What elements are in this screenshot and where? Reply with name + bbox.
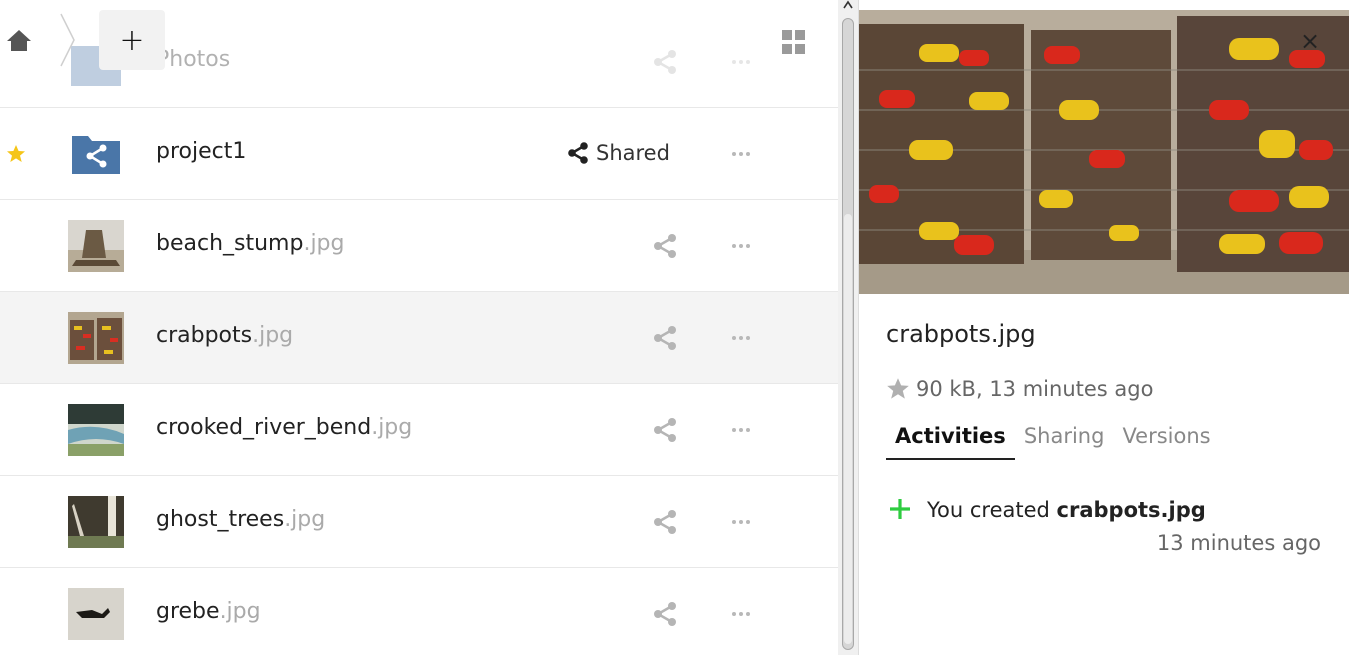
file-name[interactable]: crooked_river_bend.jpg: [156, 415, 412, 440]
file-name[interactable]: crabpots.jpg: [156, 323, 293, 348]
share-icon[interactable]: [652, 417, 678, 443]
file-list: Photos project1 Shared beach_stump.jpg c…: [0, 0, 838, 655]
details-sidebar: × crabpots.jpg 90 kB, 13 minutes ago Act…: [858, 0, 1354, 655]
file-name[interactable]: beach_stump.jpg: [156, 231, 345, 256]
image-preview: [859, 10, 1349, 294]
file-row-crabpots[interactable]: crabpots.jpg: [0, 292, 838, 384]
scrollbar[interactable]: [838, 0, 858, 655]
file-row-project1[interactable]: project1 Shared: [0, 108, 838, 200]
file-row-grebe[interactable]: grebe.jpg: [0, 568, 838, 655]
share-icon[interactable]: [652, 49, 678, 75]
star-icon[interactable]: [6, 144, 26, 164]
file-meta: 90 kB, 13 minutes ago: [886, 377, 1153, 401]
image-thumbnail: [68, 496, 124, 548]
share-icon[interactable]: [652, 601, 678, 627]
image-thumbnail: [68, 588, 124, 640]
activity-file[interactable]: crabpots.jpg: [1057, 498, 1206, 522]
close-icon[interactable]: ×: [1297, 28, 1323, 54]
tab-activities[interactable]: Activities: [886, 424, 1015, 460]
more-actions-icon[interactable]: [726, 509, 756, 535]
scrollbar-thumb[interactable]: [844, 214, 852, 644]
more-actions-icon[interactable]: [726, 417, 756, 443]
image-thumbnail: [68, 312, 124, 364]
image-thumbnail: [68, 220, 124, 272]
tab-sharing[interactable]: Sharing: [1015, 424, 1114, 460]
more-actions-icon[interactable]: [726, 49, 756, 75]
file-row-ghost-trees[interactable]: ghost_trees.jpg: [0, 476, 838, 568]
star-icon[interactable]: [886, 377, 910, 401]
tab-versions[interactable]: Versions: [1113, 424, 1219, 460]
file-row-beach-stump[interactable]: beach_stump.jpg: [0, 200, 838, 292]
file-meta-text: 90 kB, 13 minutes ago: [916, 377, 1154, 401]
share-icon[interactable]: [652, 509, 678, 535]
file-name[interactable]: ghost_trees.jpg: [156, 507, 325, 532]
plus-icon: [890, 499, 910, 519]
shared-folder-icon: [68, 128, 124, 180]
share-icon[interactable]: [652, 325, 678, 351]
scroll-up-arrow-icon[interactable]: [843, 0, 853, 10]
sidebar-tabs: Activities Sharing Versions: [886, 424, 1220, 460]
scrollbar-track[interactable]: [842, 18, 854, 650]
more-actions-icon[interactable]: [726, 233, 756, 259]
file-name[interactable]: grebe.jpg: [156, 599, 261, 624]
sidebar-filename: crabpots.jpg: [886, 320, 1036, 348]
file-name[interactable]: Photos: [156, 47, 230, 72]
shared-label: Shared: [596, 141, 670, 165]
new-file-button[interactable]: +: [99, 10, 165, 70]
breadcrumb-separator-icon: [60, 13, 75, 67]
more-actions-icon[interactable]: [726, 141, 756, 167]
grid-view-icon[interactable]: [782, 30, 806, 54]
activity-text: You created crabpots.jpg: [927, 498, 1206, 522]
shared-indicator[interactable]: Shared: [566, 138, 670, 168]
share-icon[interactable]: [652, 233, 678, 259]
home-icon[interactable]: [6, 28, 32, 52]
more-actions-icon[interactable]: [726, 325, 756, 351]
file-name[interactable]: project1: [156, 139, 246, 164]
activity-time: 13 minutes ago: [1156, 531, 1321, 555]
image-thumbnail: [68, 404, 124, 456]
file-row-crooked-river-bend[interactable]: crooked_river_bend.jpg: [0, 384, 838, 476]
more-actions-icon[interactable]: [726, 601, 756, 627]
share-icon: [568, 142, 588, 164]
